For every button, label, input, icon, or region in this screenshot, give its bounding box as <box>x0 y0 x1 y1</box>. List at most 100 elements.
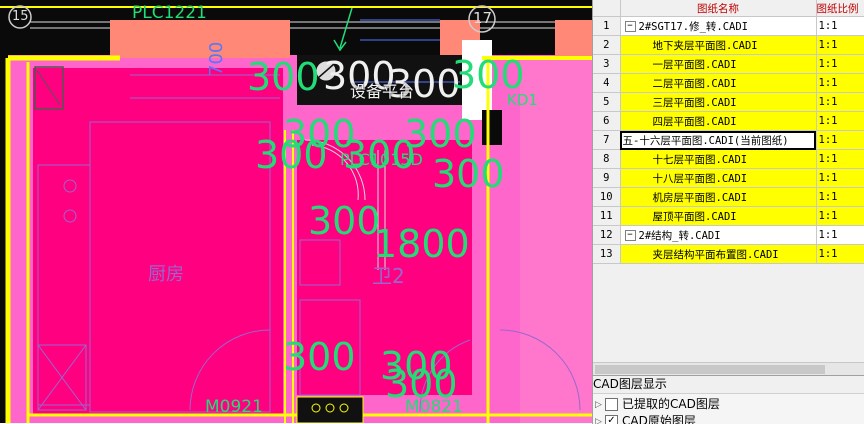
table-row[interactable]: 6 四层平面图.CADI 1:1 <box>593 112 864 131</box>
layer-item-extracted[interactable]: ▷ 已提取的CAD图层 <box>595 396 720 412</box>
sheet-scale[interactable]: 1:1 <box>816 150 864 169</box>
sheet-name[interactable]: 一层平面图.CADI <box>620 55 816 74</box>
table-row[interactable]: 7五-十六层平面图.CADI(当前图纸) 1:1 <box>593 131 864 150</box>
door-label-m0921: M0921 <box>205 397 263 417</box>
sheet-name-label: 一层平面图.CADI <box>653 59 737 71</box>
table-row[interactable]: 11 屋顶平面图.CADI 1:1 <box>593 207 864 226</box>
equipment-platform-label: 设备平台 <box>350 78 414 102</box>
sheet-table: 图纸名称 图纸比例 1−2#SGT17.修_转.CADI1:12地下夹层平面图.… <box>593 0 864 264</box>
grid-label-17: 17 <box>473 9 492 27</box>
sheet-name-label: 二层平面图.CADI <box>653 78 737 90</box>
dimension-300: 300 <box>247 55 320 99</box>
sheet-name[interactable]: 机房层平面图.CADI <box>620 188 816 207</box>
column-header-scale[interactable]: 图纸比例 <box>816 0 864 17</box>
plc-label-top: PLC1221 <box>132 3 207 23</box>
row-number: 8 <box>593 150 620 169</box>
sheet-name[interactable]: 二层平面图.CADI <box>620 74 816 93</box>
kd1-label: KD1 <box>507 91 538 109</box>
sheet-name[interactable]: −2#SGT17.修_转.CADI <box>620 17 816 36</box>
sheet-scale[interactable]: 1:1 <box>816 188 864 207</box>
row-number: 7 <box>593 131 620 150</box>
table-row[interactable]: 12−2#结构_转.CADI1:1 <box>593 226 864 245</box>
sheet-name-label: 地下夹层平面图.CADI <box>653 40 758 52</box>
sheet-name-label: 十八层平面图.CADI <box>653 173 748 185</box>
row-number: 5 <box>593 93 620 112</box>
tree-expand-icon[interactable]: ▷ <box>595 414 605 424</box>
row-number: 9 <box>593 169 620 188</box>
table-row[interactable]: 13夹层结构平面布置图.CADI1:1 <box>593 245 864 264</box>
horizontal-scrollbar[interactable] <box>593 362 864 375</box>
layer-label-extracted: 已提取的CAD图层 <box>622 397 720 411</box>
sheet-name-current[interactable]: 五-十六层平面图.CADI(当前图纸) <box>620 131 816 150</box>
sheet-scale[interactable]: 1:1 <box>816 74 864 93</box>
row-number-header <box>593 0 620 17</box>
sheet-name-label: 三层平面图.CADI <box>653 97 737 109</box>
table-header-row: 图纸名称 图纸比例 <box>593 0 864 17</box>
sheet-name-label: 屋顶平面图.CADI <box>653 211 737 223</box>
sheet-name-label: 机房层平面图.CADI <box>653 192 748 204</box>
table-row[interactable]: 9 十八层平面图.CADI 1:1 <box>593 169 864 188</box>
row-number: 10 <box>593 188 620 207</box>
grid-label-15: 15 <box>12 9 29 24</box>
sheet-table-body: 1−2#SGT17.修_转.CADI1:12地下夹层平面图.CADI1:13一层… <box>593 17 864 264</box>
sheet-name-label: 五-十六层平面图.CADI(当前图纸) <box>623 135 789 147</box>
sheet-name[interactable]: 三层平面图.CADI <box>620 93 816 112</box>
row-number: 2 <box>593 36 620 55</box>
table-row[interactable]: 2 地下夹层平面图.CADI 1:1 <box>593 36 864 55</box>
row-number: 12 <box>593 226 620 245</box>
row-number: 3 <box>593 55 620 74</box>
sheet-scale[interactable]: 1:1 <box>816 131 864 150</box>
row-number: 11 <box>593 207 620 226</box>
table-row[interactable]: 5 三层平面图.CADI 1:1 <box>593 93 864 112</box>
row-number: 13 <box>593 245 620 264</box>
table-row[interactable]: 10 机房层平面图.CADI 1:1 <box>593 188 864 207</box>
sheet-scale[interactable]: 1:1 <box>816 17 864 36</box>
sheet-name-label: 四层平面图.CADI <box>653 116 737 128</box>
scrollbar-thumb[interactable] <box>595 365 825 374</box>
sheet-scale[interactable]: 1:1 <box>816 207 864 226</box>
collapse-icon[interactable]: − <box>625 230 636 241</box>
layer-checkbox-extracted[interactable] <box>605 398 618 411</box>
dimension-300: 300 <box>432 152 505 196</box>
sheet-name-label: 2#SGT17.修_转.CADI <box>639 21 749 33</box>
sheet-name[interactable]: 十七层平面图.CADI <box>620 150 816 169</box>
sheet-name[interactable]: 屋顶平面图.CADI <box>620 207 816 226</box>
layer-panel-title: CAD图层显示 <box>593 376 864 394</box>
dimension-300: 300 <box>308 199 381 243</box>
cad-layer-panel: CAD图层显示 ▷ 已提取的CAD图层 ▷✓CAD原始图层 <box>592 375 864 424</box>
sheet-scale[interactable]: 1:1 <box>816 112 864 131</box>
kitchen-room-fill <box>33 68 283 416</box>
plc-label-mid: PLC1015D <box>340 150 423 169</box>
table-row[interactable]: 3 一层平面图.CADI 1:1 <box>593 55 864 74</box>
row-number: 1 <box>593 17 620 36</box>
tree-expand-icon[interactable]: ▷ <box>595 397 605 413</box>
sheet-scale[interactable]: 1:1 <box>816 226 864 245</box>
table-row[interactable]: 1−2#SGT17.修_转.CADI1:1 <box>593 17 864 36</box>
sheet-scale[interactable]: 1:1 <box>816 245 864 264</box>
room-label-bathroom: 卫2 <box>372 260 405 289</box>
column-header-name[interactable]: 图纸名称 <box>620 0 816 17</box>
collapse-icon[interactable]: − <box>625 21 636 32</box>
sheet-scale[interactable]: 1:1 <box>816 55 864 74</box>
parapet-block <box>110 20 290 58</box>
sheet-scale[interactable]: 1:1 <box>816 93 864 112</box>
dimension-300: 300 <box>255 133 328 177</box>
door-label-m0821: M0821 <box>405 397 463 417</box>
sheet-scale[interactable]: 1:1 <box>816 36 864 55</box>
layer-item-original[interactable]: ▷✓CAD原始图层 <box>595 413 696 424</box>
sheet-name[interactable]: −2#结构_转.CADI <box>620 226 816 245</box>
table-row[interactable]: 8 十七层平面图.CADI 1:1 <box>593 150 864 169</box>
row-number: 4 <box>593 74 620 93</box>
sheet-name[interactable]: 夹层结构平面布置图.CADI <box>620 245 816 264</box>
dimension-700: 700 <box>206 42 227 76</box>
sheet-name[interactable]: 四层平面图.CADI <box>620 112 816 131</box>
sheet-name-label: 十七层平面图.CADI <box>653 154 748 166</box>
sheet-name[interactable]: 地下夹层平面图.CADI <box>620 36 816 55</box>
row-number: 6 <box>593 112 620 131</box>
sheet-name[interactable]: 十八层平面图.CADI <box>620 169 816 188</box>
dimension-300: 300 <box>283 335 356 379</box>
sheet-scale[interactable]: 1:1 <box>816 169 864 188</box>
sheet-name-label: 2#结构_转.CADI <box>639 230 721 242</box>
table-row[interactable]: 4 二层平面图.CADI 1:1 <box>593 74 864 93</box>
cad-drawing-canvas[interactable]: 15 17 PLC1221 700 300 300 300 300 设备平台 K… <box>0 0 592 423</box>
